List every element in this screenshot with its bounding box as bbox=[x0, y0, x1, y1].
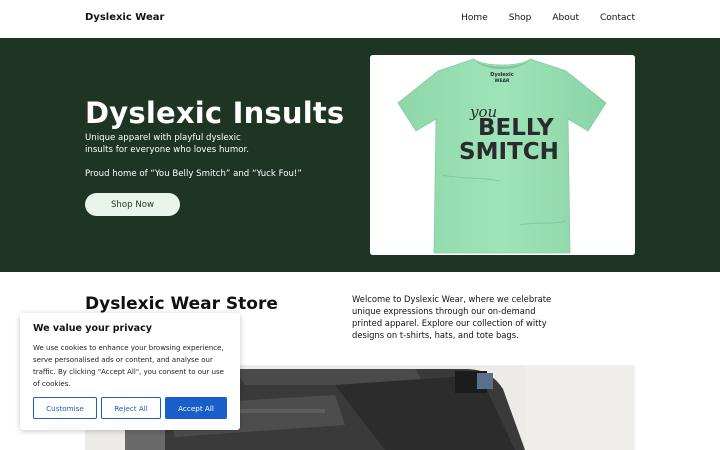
customise-button[interactable]: Customise bbox=[33, 397, 97, 419]
store-title: Dyslexic Wear Store bbox=[85, 294, 278, 314]
store-description: Welcome to Dyslexic Wear, where we celeb… bbox=[352, 294, 552, 340]
nav-contact-link[interactable]: Contact bbox=[600, 13, 635, 23]
nav-home-link[interactable]: Home bbox=[461, 13, 488, 23]
nav-about-link[interactable]: About bbox=[552, 13, 579, 23]
hero-title: Dyslexic Insults bbox=[85, 96, 345, 130]
shirt-print-smitch: SMITCH bbox=[459, 139, 559, 165]
site-header: Dyslexic Wear Home Shop About Contact bbox=[0, 0, 720, 38]
cookie-text: We use cookies to enhance your browsing … bbox=[33, 344, 224, 388]
reject-all-button[interactable]: Reject All bbox=[101, 397, 161, 419]
cookie-consent-banner: We value your privacy We use cookies to … bbox=[20, 313, 240, 430]
cookie-title: We value your privacy bbox=[33, 323, 152, 334]
shop-now-button[interactable]: Shop Now bbox=[85, 193, 180, 216]
nav-shop-link[interactable]: Shop bbox=[509, 13, 532, 23]
hero-section: Dyslexic Insults Unique apparel with pla… bbox=[0, 38, 720, 272]
shirt-print-belly: BELLY bbox=[478, 115, 554, 141]
shirt-tag-line2: WEAR bbox=[495, 78, 511, 84]
hero-note: Proud home of “You Belly Smitch” and “Yu… bbox=[85, 169, 302, 179]
shirt-tag-line1: Dyslexic bbox=[490, 72, 513, 78]
hero-description: Unique apparel with playful dyslexic ins… bbox=[85, 133, 249, 155]
brand-logo[interactable]: Dyslexic Wear bbox=[85, 12, 164, 23]
tshirt-product-image: Dyslexic WEAR you BELLY SMITCH bbox=[370, 55, 635, 255]
accept-all-button[interactable]: Accept All bbox=[165, 397, 227, 419]
main-nav: Home Shop About Contact bbox=[440, 13, 635, 23]
tshirt-graphic: Dyslexic WEAR you BELLY SMITCH bbox=[370, 55, 635, 255]
